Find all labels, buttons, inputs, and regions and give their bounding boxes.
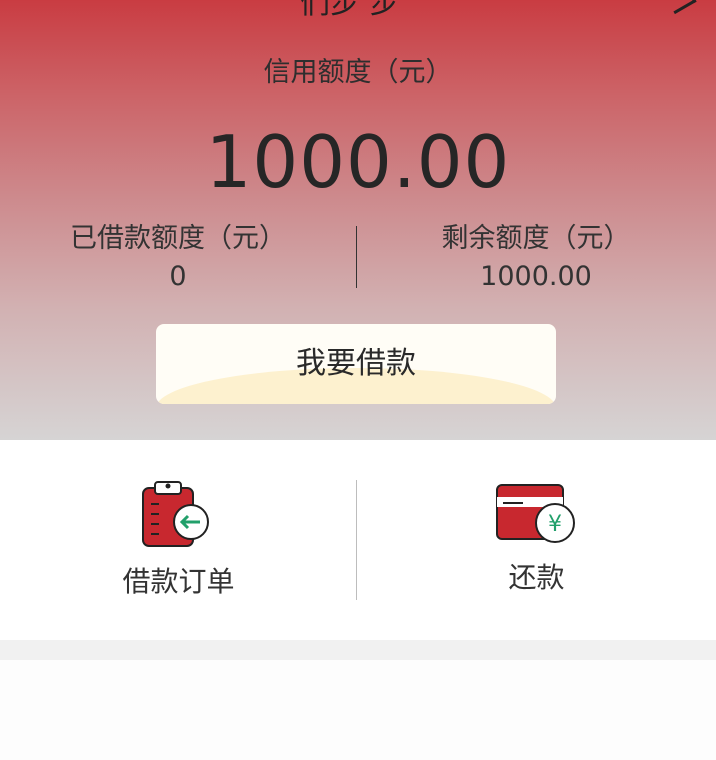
loan-orders-button[interactable]: 借款订单 xyxy=(0,440,357,640)
remaining-quota: 剩余额度（元） 1000.00 xyxy=(358,222,714,292)
borrowed-quota: 已借款额度（元） 0 xyxy=(0,222,356,292)
actions-divider xyxy=(356,480,357,600)
borrow-button[interactable]: 我要借款 xyxy=(156,324,556,404)
borrowed-quota-label: 已借款额度（元） xyxy=(70,223,286,254)
loan-orders-label: 借款订单 xyxy=(122,565,235,598)
clipboard-return-icon xyxy=(142,481,209,547)
svg-text:¥: ¥ xyxy=(548,512,562,537)
credit-summary-panel: 们步 步 信用额度（元） 1000.00 已借款额度（元） 0 剩余额度（元） … xyxy=(0,0,716,440)
remaining-quota-label: 剩余额度（元） xyxy=(441,223,631,254)
card-yen-icon: ¥ xyxy=(496,484,575,543)
section-gap xyxy=(0,640,716,660)
quota-divider xyxy=(356,226,357,288)
header-title-partial: 们步 步 xyxy=(300,0,400,21)
credit-limit-value: 1000.00 xyxy=(205,120,511,204)
back-arrow-icon[interactable] xyxy=(666,0,697,15)
quota-breakdown: 已借款额度（元） 0 剩余额度（元） 1000.00 xyxy=(0,222,716,292)
borrow-button-label: 我要借款 xyxy=(296,346,416,381)
loan-credit-screen: 们步 步 信用额度（元） 1000.00 已借款额度（元） 0 剩余额度（元） … xyxy=(0,0,716,760)
borrowed-quota-value: 0 xyxy=(169,261,187,292)
quick-actions: 借款订单 ¥ 还款 xyxy=(0,440,716,640)
remaining-quota-value: 1000.00 xyxy=(480,261,592,292)
credit-limit-label: 信用额度（元） xyxy=(263,57,453,88)
bottom-blank-area xyxy=(0,660,716,760)
repay-button[interactable]: ¥ 还款 xyxy=(358,440,715,640)
repay-label: 还款 xyxy=(508,561,565,594)
